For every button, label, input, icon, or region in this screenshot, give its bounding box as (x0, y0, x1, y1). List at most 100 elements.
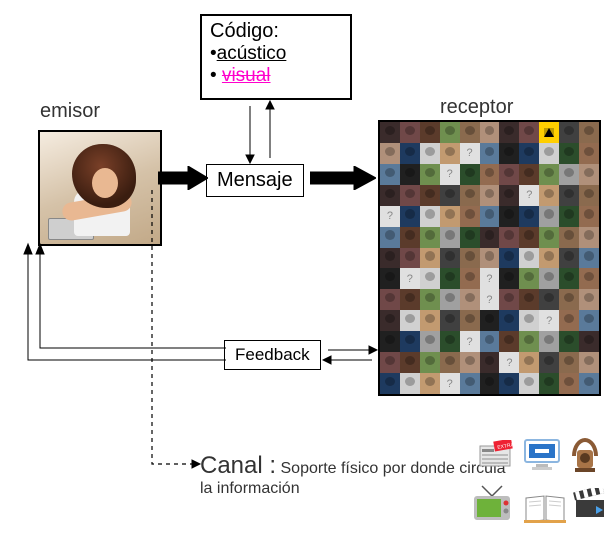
avatar-cell (519, 331, 539, 352)
avatar-cell (380, 122, 400, 143)
arrow-emisor-mensaje (158, 166, 208, 190)
avatar-cell (579, 310, 599, 331)
book-icon (524, 494, 566, 524)
avatar-cell (579, 248, 599, 269)
avatar-cell (559, 122, 579, 143)
avatar-cell (400, 143, 420, 164)
avatar-cell (400, 268, 420, 289)
avatar-cell (559, 143, 579, 164)
avatar-cell (579, 331, 599, 352)
avatar-cell (440, 185, 460, 206)
avatar-cell (380, 289, 400, 310)
avatar-cell (460, 227, 480, 248)
avatar-cell (579, 122, 599, 143)
avatar-cell (400, 331, 420, 352)
avatar-cell (460, 143, 480, 164)
avatar-cell (400, 373, 420, 394)
avatar-cell (480, 310, 500, 331)
avatar-cell (420, 352, 440, 373)
avatar-cell (499, 164, 519, 185)
avatar-cell (380, 268, 400, 289)
avatar-cell (460, 164, 480, 185)
avatar-cell (539, 206, 559, 227)
avatar-cell (440, 268, 460, 289)
avatar-cell (539, 352, 559, 373)
receptor-avatar-grid (378, 120, 601, 396)
avatar-cell (480, 268, 500, 289)
avatar-cell (499, 227, 519, 248)
avatar-cell (440, 310, 460, 331)
avatar-cell (460, 352, 480, 373)
avatar-cell (460, 373, 480, 394)
avatar-cell (380, 352, 400, 373)
avatar-cell (559, 352, 579, 373)
media-icons-group: EXTRA (470, 436, 610, 536)
avatar-cell (460, 310, 480, 331)
avatar-cell (539, 268, 559, 289)
avatar-cell (519, 164, 539, 185)
avatar-cell (380, 164, 400, 185)
avatar-cell (400, 185, 420, 206)
avatar-cell (400, 122, 420, 143)
avatar-cell (539, 289, 559, 310)
avatar-cell (380, 248, 400, 269)
avatar-cell (519, 289, 539, 310)
avatar-cell (559, 227, 579, 248)
avatar-cell (420, 331, 440, 352)
avatar-cell (519, 227, 539, 248)
avatar-cell (519, 143, 539, 164)
avatar-cell (420, 164, 440, 185)
avatar-cell (559, 248, 579, 269)
avatar-cell (480, 331, 500, 352)
avatar-cell (480, 352, 500, 373)
avatar-cell (480, 248, 500, 269)
avatar-cell (499, 268, 519, 289)
avatar-cell (440, 227, 460, 248)
avatar-cell (480, 185, 500, 206)
codigo-item-visual: • visual (210, 65, 342, 87)
avatar-cell (519, 206, 539, 227)
avatar-cell (420, 310, 440, 331)
avatar-cell (539, 185, 559, 206)
canal-text: Canal : Soporte físico por donde circula… (200, 452, 510, 498)
arrow-dashed-canal (140, 190, 210, 472)
avatar-cell (519, 248, 539, 269)
avatar-cell (460, 331, 480, 352)
avatar-cell (499, 206, 519, 227)
avatar-cell (559, 206, 579, 227)
avatar-cell (539, 164, 559, 185)
canal-title: Canal : (200, 452, 276, 479)
avatar-cell (440, 373, 460, 394)
avatar-cell (440, 143, 460, 164)
avatar-cell (539, 122, 559, 143)
avatar-cell (579, 268, 599, 289)
avatar-cell (559, 331, 579, 352)
mensaje-box: Mensaje (206, 164, 304, 197)
avatar-cell (420, 122, 440, 143)
avatar-cell (559, 164, 579, 185)
avatar-cell (519, 185, 539, 206)
avatar-cell (539, 373, 559, 394)
avatar-cell (460, 185, 480, 206)
avatar-cell (480, 143, 500, 164)
avatar-cell (499, 373, 519, 394)
avatar-cell (400, 310, 420, 331)
codigo-item-acustico: •acústico (210, 43, 342, 65)
avatar-cell (400, 248, 420, 269)
emisor-label: emisor (40, 100, 100, 123)
avatar-cell (380, 227, 400, 248)
avatar-cell (420, 373, 440, 394)
avatar-cell (420, 268, 440, 289)
avatar-cell (460, 289, 480, 310)
avatar-cell (499, 331, 519, 352)
feedback-box: Feedback (224, 340, 321, 370)
avatar-cell (440, 352, 460, 373)
avatar-cell (460, 122, 480, 143)
avatar-cell (400, 206, 420, 227)
avatar-cell (539, 227, 559, 248)
avatar-cell (480, 227, 500, 248)
radio-icon (570, 436, 600, 476)
avatar-cell (539, 248, 559, 269)
avatar-cell (420, 206, 440, 227)
avatar-cell (539, 310, 559, 331)
